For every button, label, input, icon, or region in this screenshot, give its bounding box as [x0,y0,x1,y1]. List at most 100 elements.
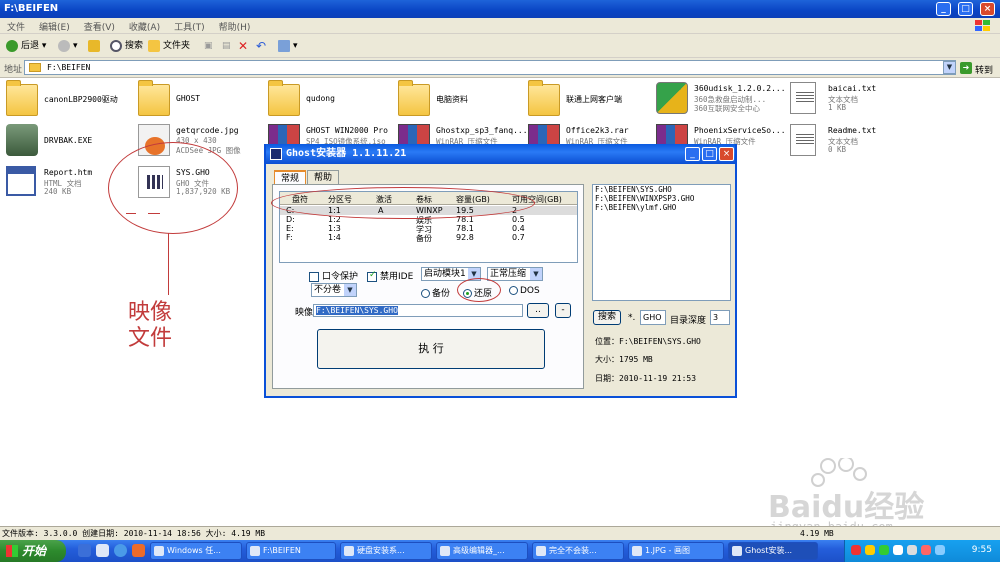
windows-logo-icon [974,19,992,33]
file-item[interactable]: canonLBP2900驱动 [6,80,134,124]
search-button[interactable]: 搜索 [110,39,143,54]
tray-icon[interactable] [851,545,861,555]
menu-help[interactable]: 帮助(H) [212,18,258,35]
file-item[interactable]: 联通上网客户端 [528,80,656,124]
back-button[interactable]: 后退 ▾ [6,39,46,54]
extension-input[interactable]: GHO [640,310,666,325]
file-item[interactable]: GHOST [138,80,266,124]
tab-general[interactable]: 常规 [274,170,307,185]
checkbox-icon [367,270,377,282]
tray-icon[interactable] [921,545,931,555]
explorer-icon[interactable] [96,544,109,557]
views-icon [278,39,290,52]
dialog-title: Ghost安装器 1.1.11.21 [286,148,407,159]
menu-favorites[interactable]: 收藏(A) [122,18,167,35]
ie-icon[interactable] [114,544,127,557]
menu-edit[interactable]: 编辑(E) [32,18,77,35]
dialog-title-bar: Ghost安装器 1.1.11.21 [266,144,735,164]
radio-icon [421,289,430,298]
menu-view[interactable]: 查看(V) [77,18,122,35]
radio-icon [509,286,518,295]
move-to-button[interactable]: ▣ [204,39,213,54]
status-bar: 文件版本: 3.3.0.0 创建日期: 2010-11-14 18:56 大小:… [0,526,1000,540]
file-item[interactable]: qudong [268,80,396,124]
window-title: F:\BEIFEN [4,3,59,14]
360-icon [656,82,688,114]
task-windows-manager[interactable]: Windows 任... [150,542,242,560]
file-item[interactable]: Readme.txt 文本文档 0 KB [790,122,918,164]
table-row[interactable]: E: 1:3 学习 78.1 0.4 [280,224,577,234]
go-button[interactable]: 转到 [975,63,993,76]
image-file-list[interactable]: F:\BEIFEN\SYS.GHO F:\BEIFEN\WINXPSP3.GHO… [592,184,731,301]
dialog-close-button[interactable]: × [719,147,734,161]
menu-tools[interactable]: 工具(T) [167,18,212,35]
search-button[interactable]: 搜索 [593,310,621,325]
up-folder-button[interactable] [88,39,103,54]
list-item[interactable]: F:\BEIFEN\SYS.GHO [593,185,730,194]
exe-icon [6,124,38,156]
tray-icon[interactable] [879,545,889,555]
dialog-maximize-button[interactable]: □ [702,147,717,161]
address-dropdown-button[interactable]: ▼ [943,61,956,74]
minimize-button[interactable]: _ [936,2,951,16]
forward-button[interactable]: ▾ [58,39,78,54]
task-install-guide[interactable]: 硬盘安装系... [340,542,432,560]
split-select[interactable]: 不分卷 ▼ [311,283,357,297]
annotation-text: 映像文件 [128,300,173,351]
location-text: 位置：F:\BEIFEN\SYS.GHO [595,337,701,346]
annotation-circle [108,142,238,234]
compression-select[interactable]: 正常压缩 ▼ [487,267,543,281]
list-item[interactable]: F:\BEIFEN\WINXPSP3.GHO [593,194,730,203]
network-icon[interactable] [893,545,903,555]
delete-button[interactable]: ✕ [238,39,248,54]
status-text: 文件版本: 3.3.0.0 创建日期: 2010-11-14 18:56 大小:… [2,529,266,538]
task-advanced-editor[interactable]: 高级编辑器_... [436,542,528,560]
windows-logo-icon [6,545,18,557]
undo-button[interactable]: ↶ [256,39,266,54]
annotation-circle [457,278,501,302]
file-item[interactable]: baicai.txt 文本文档 1 KB [790,80,918,122]
quicklaunch-icon[interactable] [132,544,145,557]
cell: 92.8 [456,233,474,242]
browse-button[interactable]: .. [527,303,549,318]
disable-ide-checkbox[interactable]: 禁用IDE [367,269,413,282]
task-explorer[interactable]: F:\BEIFEN [246,542,336,560]
task-paint[interactable]: 1.JPG - 画图 [628,542,724,560]
dialog-minimize-button[interactable]: _ [685,147,700,161]
password-protect-checkbox[interactable]: 口令保护 [309,269,358,282]
clock[interactable]: 9:55 [972,545,992,555]
text-file-icon [790,82,816,114]
tray-icon[interactable] [865,545,875,555]
folders-button[interactable]: 文件夹 [148,39,190,54]
folder-icon [398,80,430,116]
ghost-app-icon [270,148,282,160]
views-button[interactable]: ▾ [278,39,298,54]
execute-button[interactable]: 执 行 [317,329,545,369]
depth-input[interactable]: 3 [710,310,730,325]
up-folder-icon [88,39,100,52]
volume-icon[interactable] [907,545,917,555]
address-label: 地址 [4,65,23,75]
address-input[interactable]: F:\BEIFEN [24,60,956,75]
copy-to-button[interactable]: ▤ [222,39,231,54]
tab-help[interactable]: 帮助 [307,170,340,185]
file-item[interactable]: DRVBAK.EXE [6,122,134,164]
show-desktop-icon[interactable] [78,544,91,557]
dos-radio[interactable]: DOS [509,286,540,296]
task-ghost-installer[interactable]: Ghost安装... [728,542,818,560]
image-path-input[interactable]: F:\BEIFEN\SYS.GHO [313,304,523,317]
close-button[interactable]: × [980,2,995,16]
cell: D: [286,215,295,224]
file-item[interactable]: 360udisk_1.2.0.2... 360急救盘启动制... 360互联网安全中… [656,80,786,122]
file-item[interactable]: 电脑资料 [398,80,526,124]
remove-button[interactable]: - [555,303,571,318]
menu-file[interactable]: 文件 [0,18,32,35]
tray-icon[interactable] [935,545,945,555]
table-row[interactable]: F: 1:4 备份 92.8 0.7 [280,233,577,243]
go-arrow-icon[interactable]: ➜ [960,62,972,74]
backup-radio[interactable]: 备份 [421,286,450,299]
list-item[interactable]: F:\BEIFEN\ylmf.GHO [593,203,730,212]
maximize-button[interactable]: □ [958,2,973,16]
task-browser[interactable]: 完全不会装... [532,542,624,560]
forward-arrow-icon [58,39,70,52]
